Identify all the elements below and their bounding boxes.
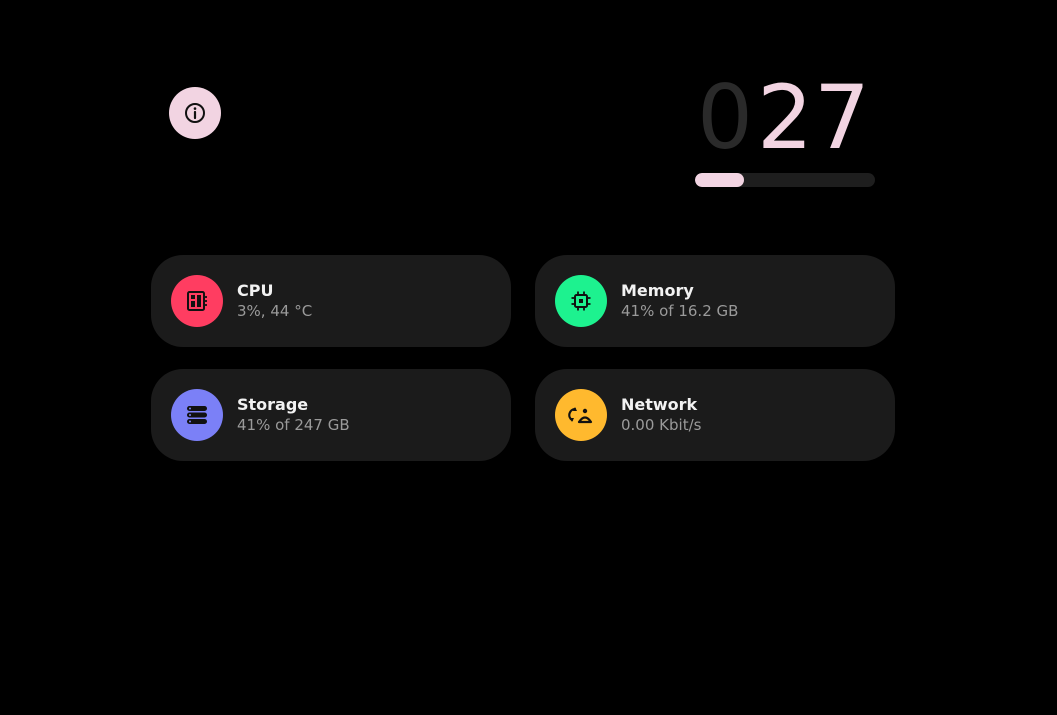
counter-digit: 2	[757, 70, 813, 162]
progress-fill	[695, 173, 744, 187]
storage-title: Storage	[237, 395, 309, 414]
counter-digit: 0	[697, 70, 753, 162]
storage-value: 41% of 247 GB	[237, 416, 350, 434]
network-title: Network	[621, 395, 698, 414]
memory-title: Memory	[621, 281, 694, 300]
chip-icon	[555, 275, 607, 327]
memory-card[interactable]: Memory 41% of 16.2 GB	[535, 255, 895, 347]
cpu-card[interactable]: CPU 3%, 44 °C	[151, 255, 511, 347]
progress-bar	[695, 173, 875, 187]
network-icon	[555, 389, 607, 441]
info-button[interactable]	[169, 87, 221, 139]
info-icon	[183, 101, 207, 125]
cpu-value: 3%, 44 °C	[237, 302, 313, 320]
network-card[interactable]: Network 0.00 Kbit/s	[535, 369, 895, 461]
storage-card[interactable]: Storage 41% of 247 GB	[151, 369, 511, 461]
cpu-title: CPU	[237, 281, 274, 300]
network-value: 0.00 Kbit/s	[621, 416, 702, 434]
cpu-icon	[171, 275, 223, 327]
counter-display: 0 2 7	[695, 70, 875, 162]
storage-icon	[171, 389, 223, 441]
counter-digit: 7	[814, 70, 870, 162]
memory-value: 41% of 16.2 GB	[621, 302, 739, 320]
